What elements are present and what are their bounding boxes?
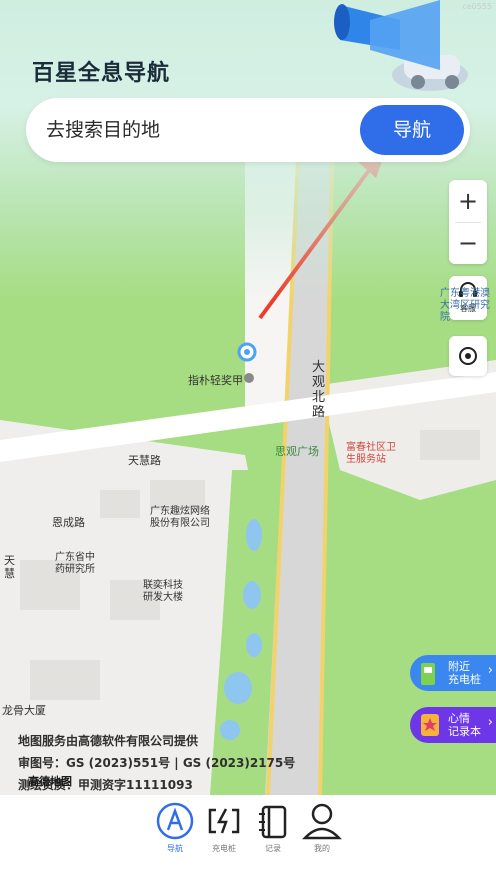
navigation-icon [156,802,194,840]
tab-charging-label: 充电桩 [212,844,236,853]
tab-profile-label: 我的 [314,844,330,853]
tab-navigation-label: 导航 [167,844,183,853]
zoom-divider [455,222,481,223]
chevron-right-icon: › [487,715,493,730]
navigate-button[interactable]: 导航 [360,105,464,155]
promo1-line1: 附近 [448,660,470,673]
promo2-line1: 心情 [448,712,470,725]
app-title: 百星全息导航 [32,61,171,86]
mood-diary-promo[interactable]: 心情 记录本 › [410,707,496,743]
poi-label-company: 广东趣炫网络股份有限公司 [150,506,210,529]
poi-label: 指朴轻奖甲 [188,374,243,387]
charging-station-icon [421,663,435,685]
poi-label-building: 龙骨大厦 [2,704,46,717]
road-label-daguan: 大观北路 [312,360,326,420]
charging-icon [208,808,240,834]
map-view[interactable]: 百星全息导航 ce0555 去搜索目的地 导航 + − 客服 附近充电桩 › [0,0,496,795]
road-label-tianhui-v: 天慧 [4,554,15,580]
promo1-line2: 充电桩 [448,673,481,686]
poi-label-east: 广东粤港澳大湾区研究院 [440,288,490,323]
map-provider-text: 地图服务由高德软件有限公司提供 [18,734,199,748]
nearby-charging-promo[interactable]: 附近 充电桩 › [410,655,496,691]
locate-button[interactable] [449,336,487,376]
megaphone-car-icon [334,0,468,91]
tab-profile[interactable]: 我的 [297,801,347,854]
search-bar[interactable]: 去搜索目的地 导航 [26,98,470,162]
zoom-out-button[interactable]: − [449,222,487,264]
poi-label-institute: 广东省中药研究所 [55,552,95,575]
road-label-tianhui: 天慧路 [128,454,161,467]
diary-star-icon [421,714,439,736]
zoom-controls: + − [449,180,487,264]
road-label-enqi: 恩成路 [52,516,85,529]
notebook-icon [259,805,287,839]
poi-label-company2: 联奕科技研发大楼 [143,580,183,603]
zoom-in-button[interactable]: + [449,180,487,222]
chevron-right-icon: › [487,663,493,678]
tab-records[interactable]: 记录 [248,801,298,854]
search-input[interactable]: 去搜索目的地 [46,98,160,162]
tab-charging[interactable]: 充电桩 [199,801,249,854]
watermark: ce0555 [462,2,492,11]
poi-label-siguan: 思观广场 [275,445,319,458]
tab-records-label: 记录 [265,844,281,853]
locate-icon [459,347,477,365]
user-icon [302,803,342,840]
review-number-text: 审图号：GS (2023)551号 | GS (2023)2175号 [18,756,296,770]
bottom-tab-bar: 导航 充电桩 记录 我的 [0,795,496,869]
tab-navigation[interactable]: 导航 [150,801,200,854]
promo2-line2: 记录本 [448,725,481,738]
poi-label-community: 富春社区卫生服务站 [346,442,396,465]
amap-logo: 高德地图 [28,775,72,788]
